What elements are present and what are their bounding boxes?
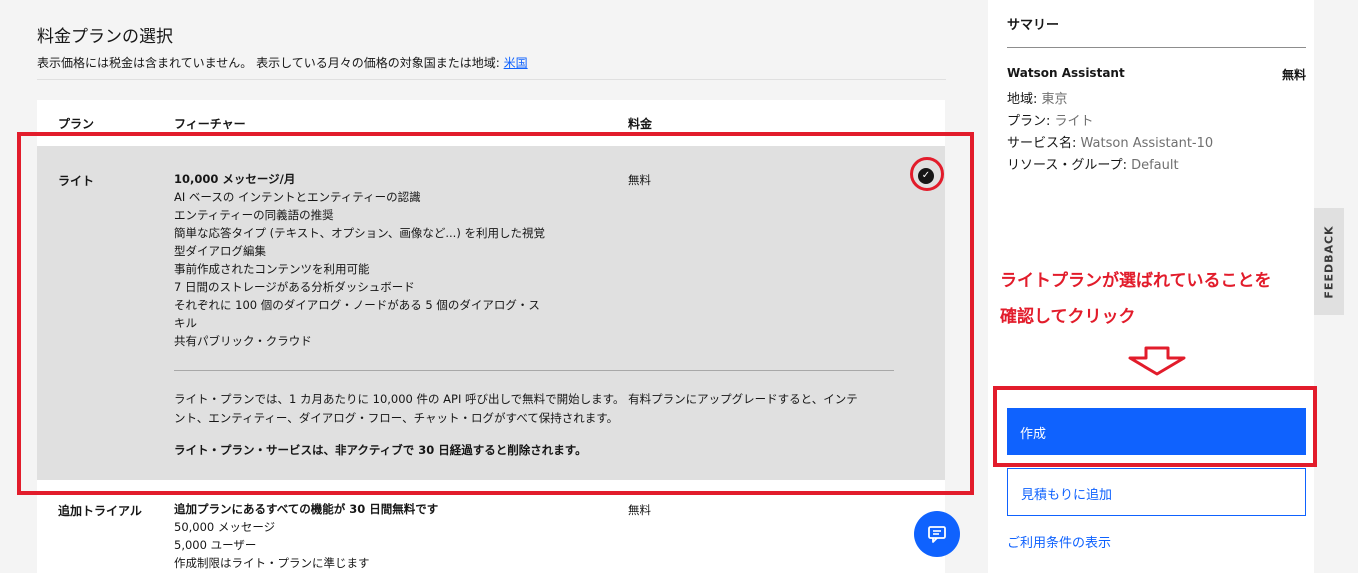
resource-group-label: リソース・グループ: xyxy=(1007,158,1132,173)
summary-title: サマリー xyxy=(1007,18,1060,33)
chat-button[interactable] xyxy=(914,511,960,557)
plan-selection-panel: 料金プランの選択 表示価格には税金は含まれていません。 表示している月々の価格の… xyxy=(0,0,988,573)
annotation-text: ライトプランが選ばれていることを xyxy=(1000,271,1272,291)
plan-label: プラン: xyxy=(1007,114,1055,129)
service-name-label: サービス名: xyxy=(1007,136,1081,151)
divider xyxy=(1007,47,1306,48)
service-name-value: Watson Assistant-10 xyxy=(1080,136,1214,151)
plan-value: ライト xyxy=(1054,114,1094,129)
summary-region: 地域: 東京 xyxy=(1007,88,1068,107)
feature-item: 50,000 メッセージ xyxy=(174,520,276,534)
column-header-plan: プラン xyxy=(58,117,95,131)
plan-name: 追加トライアル xyxy=(58,504,142,518)
annotation-highlight-circle xyxy=(910,157,944,191)
region-link[interactable]: 米国 xyxy=(504,56,528,70)
chat-icon xyxy=(928,526,946,543)
feature-heading: 追加プランにあるすべての機能が 30 日間無料です xyxy=(174,502,439,516)
service-name: Watson Assistant xyxy=(1007,66,1125,80)
column-header-price: 料金 xyxy=(628,117,653,131)
plan-features: 追加プランにあるすべての機能が 30 日間無料です 50,000 メッセージ 5… xyxy=(174,500,574,572)
region-value: 東京 xyxy=(1041,92,1068,107)
annotation-highlight-box xyxy=(993,386,1317,467)
add-to-estimate-button[interactable]: 見積もりに追加 xyxy=(1007,468,1306,516)
plan-row-trial[interactable]: 追加トライアル 追加プランにあるすべての機能が 30 日間無料です 50,000… xyxy=(37,488,945,573)
page-subtitle: 表示価格には税金は含まれていません。 表示している月々の価格の対象国または地域:… xyxy=(37,54,528,71)
region-label: 地域: xyxy=(1007,92,1042,107)
terms-link[interactable]: ご利用条件の表示 xyxy=(1007,532,1111,551)
summary-sidebar: サマリー Watson Assistant 無料 地域: 東京 プラン: ライト… xyxy=(988,0,1317,573)
feature-item: 作成制限はライト・プランに準じます xyxy=(174,556,370,570)
summary-service-name: サービス名: Watson Assistant-10 xyxy=(1007,132,1213,151)
resource-group-value: Default xyxy=(1131,158,1179,173)
column-header-features: フィーチャー xyxy=(174,117,246,131)
divider xyxy=(37,79,946,80)
annotation-highlight-box xyxy=(17,132,974,495)
feedback-tab[interactable]: FEEDBACK xyxy=(1314,208,1344,315)
arrow-down-icon xyxy=(1128,346,1186,376)
feature-item: 5,000 ユーザー xyxy=(174,538,257,552)
plan-price: 無料 xyxy=(628,503,651,517)
service-price: 無料 xyxy=(1281,68,1306,82)
page-title: 料金プランの選択 xyxy=(37,27,173,47)
summary-resource-group: リソース・グループ: Default xyxy=(1007,154,1179,173)
subtitle-text: 表示価格には税金は含まれていません。 表示している月々の価格の対象国または地域: xyxy=(37,56,504,70)
summary-plan: プラン: ライト xyxy=(1007,110,1094,129)
annotation-text: 確認してクリック xyxy=(1000,307,1136,327)
feedback-label: FEEDBACK xyxy=(1322,224,1336,299)
